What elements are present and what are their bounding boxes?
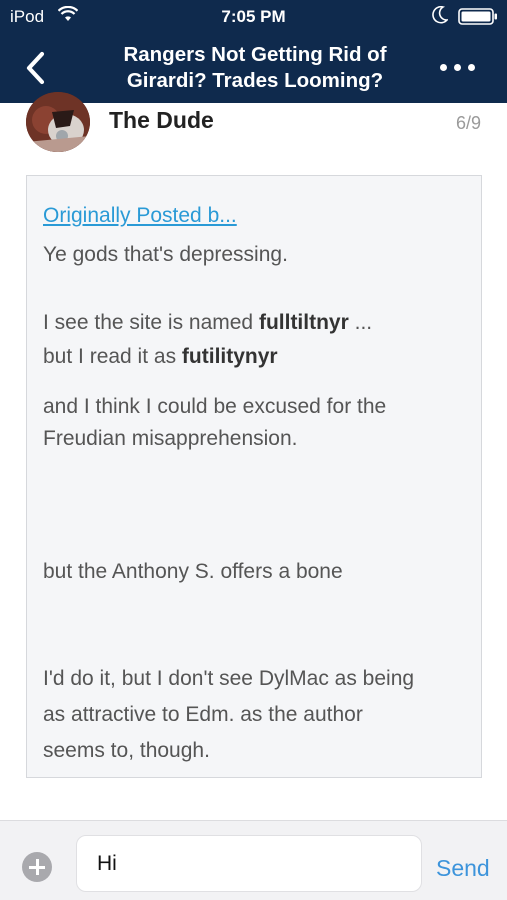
send-button[interactable]: Send xyxy=(436,855,490,882)
reply-input[interactable] xyxy=(76,835,422,892)
moon-icon xyxy=(432,6,448,24)
status-time: 7:05 PM xyxy=(221,7,286,26)
more-options-icon[interactable] xyxy=(440,58,486,74)
quote-line: I see the site is named fulltiltnyr ... xyxy=(43,311,373,334)
quote-line: I'd do it, but I don't see DylMac as bei… xyxy=(43,667,415,762)
quote-block: Originally Posted b... Ye gods that's de… xyxy=(26,175,482,778)
status-bar: iPod 7:05 PM xyxy=(0,0,507,34)
post-author[interactable]: The Dude xyxy=(109,107,214,134)
plus-circle-icon[interactable] xyxy=(22,852,52,882)
quote-line: Ye gods that's depressing. xyxy=(43,243,288,266)
thread-title: Rangers Not Getting Rid of Girardi? Trad… xyxy=(123,43,387,92)
avatar-image-icon xyxy=(26,92,90,152)
quote-line: but I read it as futilitynyr xyxy=(43,345,278,368)
battery-icon xyxy=(458,8,497,25)
post-index: 6/9 xyxy=(455,113,481,133)
navigation-bar: iPod 7:05 PM Rangers Not Getting Rid of … xyxy=(0,0,507,103)
avatar[interactable] xyxy=(26,92,90,152)
back-chevron-icon[interactable] xyxy=(22,50,48,86)
quote-line: and I think I could be excused for the F… xyxy=(43,395,387,450)
reply-composer: Send xyxy=(0,820,507,900)
quote-line: but the Anthony S. offers a bone xyxy=(43,560,343,583)
quote-source-link[interactable]: Originally Posted b... xyxy=(43,200,463,232)
